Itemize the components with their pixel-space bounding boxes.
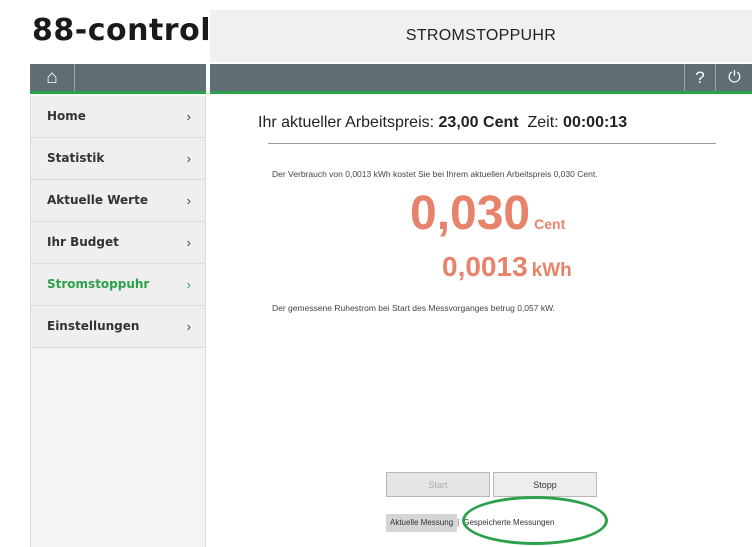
sidebar: Home › Statistik › Aktuelle Werte › Ihr … bbox=[30, 96, 206, 547]
chevron-right-icon: › bbox=[186, 109, 191, 124]
logo: 88-control bbox=[32, 13, 211, 48]
price-line: Ihr aktueller Arbeitspreis: 23,00 Cent Z… bbox=[258, 114, 720, 132]
tab-saved-measurements[interactable]: Gespeicherte Messungen bbox=[459, 514, 558, 532]
power-icon[interactable]: ⏻ bbox=[715, 64, 752, 91]
sidebar-item-einstellungen[interactable]: Einstellungen › bbox=[31, 306, 205, 348]
cost-unit: Cent bbox=[534, 216, 566, 232]
divider bbox=[268, 143, 716, 144]
main-toolbar: ? ⏻ bbox=[210, 64, 752, 94]
help-button[interactable]: ? bbox=[684, 64, 715, 91]
chevron-right-icon: › bbox=[186, 151, 191, 166]
tab-current-measurement[interactable]: Aktuelle Messung bbox=[386, 514, 458, 532]
kwh-unit: kWh bbox=[531, 260, 572, 281]
cost-display: 0,030 Cent bbox=[410, 188, 565, 250]
kwh-value: 0,0013 bbox=[442, 251, 528, 282]
kwh-display: 0,0013 kWh bbox=[442, 251, 572, 287]
chevron-right-icon: › bbox=[186, 193, 191, 208]
time-value: 00:00:13 bbox=[563, 114, 628, 131]
sidebar-toolbar: ⌂ bbox=[30, 64, 206, 94]
page-title: STROMSTOPPUHR bbox=[405, 27, 557, 44]
sidebar-item-ihr-budget[interactable]: Ihr Budget › bbox=[31, 222, 205, 264]
sidebar-item-aktuelle-werte[interactable]: Aktuelle Werte › bbox=[31, 180, 205, 222]
chevron-right-icon: › bbox=[186, 235, 191, 250]
stop-button[interactable]: Stopp bbox=[493, 472, 597, 497]
sidebar-item-stromstoppuhr[interactable]: Stromstoppuhr › bbox=[31, 264, 205, 306]
price-value: 23,00 Cent bbox=[438, 114, 519, 131]
measurement-tabs: Aktuelle Messung | Gespeicherte Messungen bbox=[386, 514, 558, 532]
chevron-right-icon: › bbox=[186, 277, 191, 292]
sidebar-item-label: Aktuelle Werte bbox=[47, 193, 148, 207]
home-icon[interactable]: ⌂ bbox=[30, 64, 75, 91]
sidebar-item-label: Home bbox=[47, 109, 86, 123]
standby-text: Der gemessene Ruhestrom bei Start des Me… bbox=[272, 303, 556, 313]
sidebar-item-statistik[interactable]: Statistik › bbox=[31, 138, 205, 180]
cost-value: 0,030 bbox=[410, 187, 531, 240]
start-button[interactable]: Start bbox=[386, 472, 490, 497]
price-label: Ihr aktueller Arbeitspreis: bbox=[258, 114, 435, 131]
top-header: 88-control STROMSTOPPUHR bbox=[0, 0, 752, 64]
consumption-text: Der Verbrauch von 0,0013 kWh kostet Sie … bbox=[272, 169, 598, 179]
sidebar-item-label: Stromstoppuhr bbox=[47, 277, 150, 291]
sidebar-item-home[interactable]: Home › bbox=[31, 96, 205, 138]
sidebar-item-label: Einstellungen bbox=[47, 319, 140, 333]
time-label: Zeit: bbox=[527, 114, 559, 131]
sidebar-item-label: Ihr Budget bbox=[47, 235, 119, 249]
sidebar-item-label: Statistik bbox=[47, 151, 105, 165]
title-bar: STROMSTOPPUHR bbox=[210, 10, 752, 62]
main-content: Ihr aktueller Arbeitspreis: 23,00 Cent Z… bbox=[210, 96, 752, 547]
chevron-right-icon: › bbox=[186, 319, 191, 334]
